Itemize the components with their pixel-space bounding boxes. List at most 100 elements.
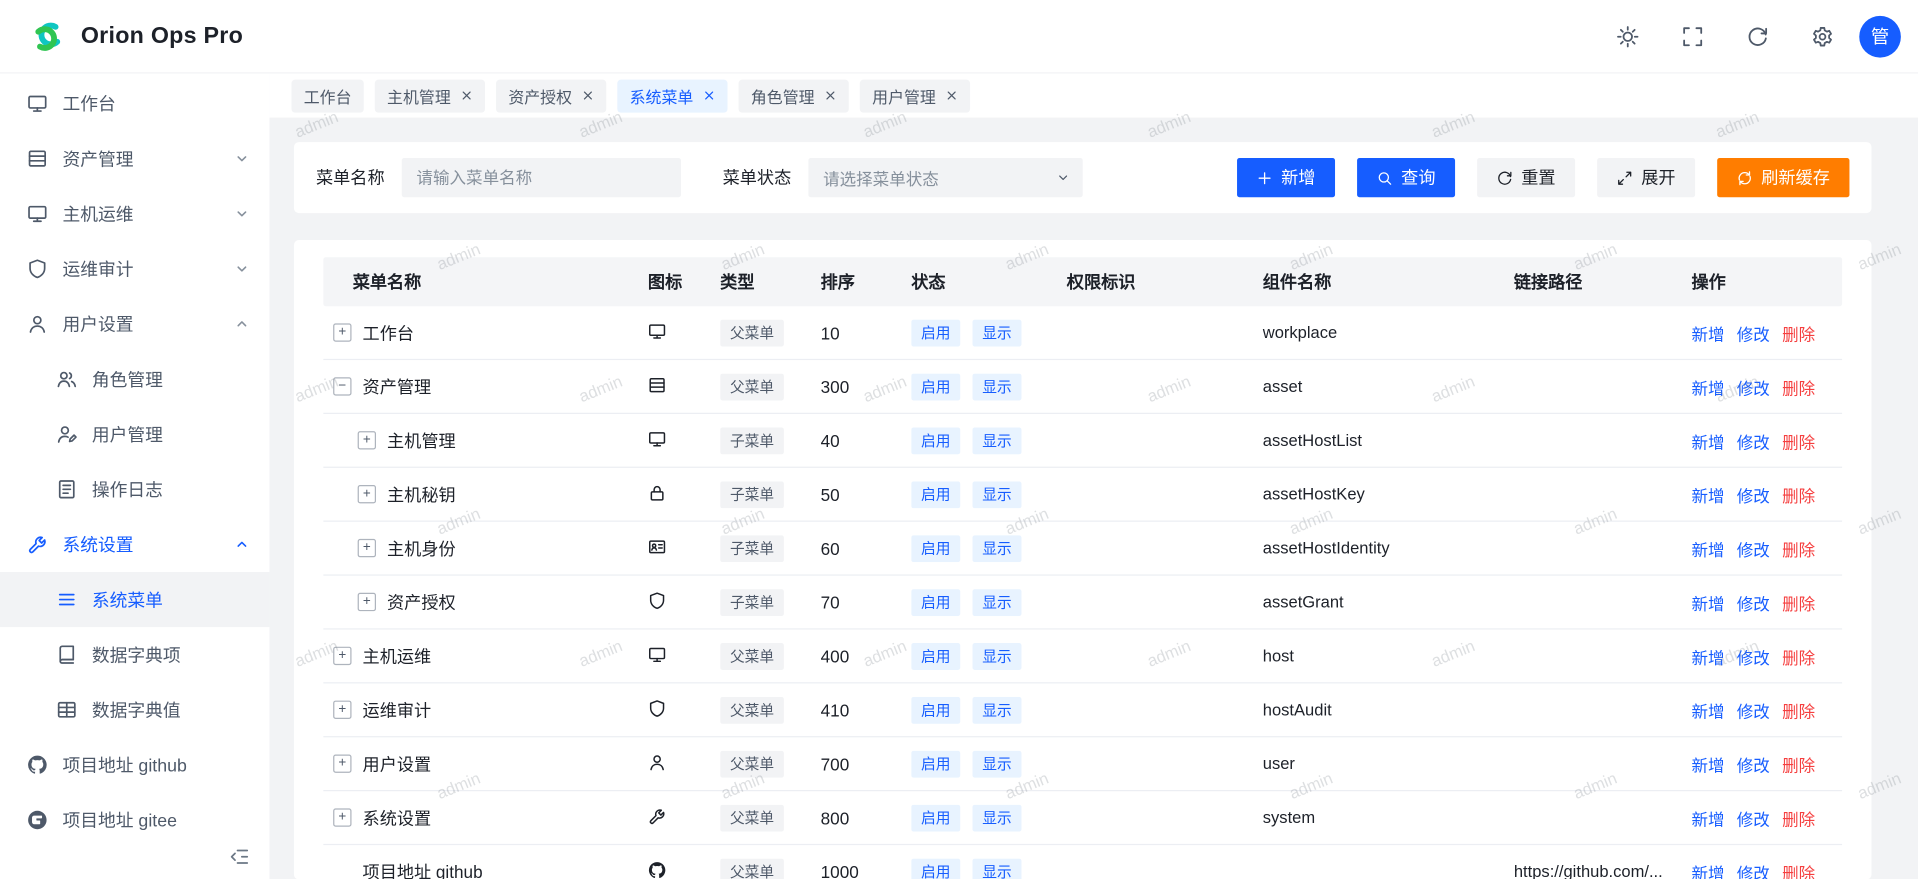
row-add-link[interactable]: 新增: [1691, 536, 1724, 560]
sidebar-item[interactable]: 运维审计: [0, 241, 269, 296]
row-add-link[interactable]: 新增: [1691, 859, 1724, 879]
menu-name-label: 菜单名称: [316, 165, 385, 189]
refresh-icon: [1497, 170, 1513, 186]
row-delete-link[interactable]: 删除: [1782, 320, 1815, 344]
row-edit-link[interactable]: 修改: [1737, 482, 1770, 506]
sidebar-subitem[interactable]: 数据字典值: [0, 682, 269, 737]
row-add-link[interactable]: 新增: [1691, 320, 1724, 344]
row-delete-link[interactable]: 删除: [1782, 644, 1815, 668]
row-add-link[interactable]: 新增: [1691, 374, 1724, 398]
row-edit-link[interactable]: 修改: [1737, 859, 1770, 879]
row-edit-link[interactable]: 修改: [1737, 590, 1770, 614]
sidebar-item-label: 资产管理: [62, 146, 133, 172]
row-delete-link[interactable]: 删除: [1782, 751, 1815, 775]
row-delete-link[interactable]: 删除: [1782, 805, 1815, 829]
menu-name: 用户设置: [363, 751, 432, 775]
expand-toggle[interactable]: +: [333, 647, 351, 665]
row-edit-link[interactable]: 修改: [1737, 374, 1770, 398]
menu-status-select[interactable]: 请选择菜单状态: [808, 158, 1082, 197]
row-add-link[interactable]: 新增: [1691, 644, 1724, 668]
sidebar-subitem[interactable]: 系统菜单: [0, 572, 269, 627]
status-tag: 启用: [911, 696, 960, 723]
status-tag: 启用: [911, 589, 960, 616]
expand-toggle[interactable]: +: [358, 539, 376, 557]
row-delete-link[interactable]: 删除: [1782, 698, 1815, 722]
row-delete-link[interactable]: 删除: [1782, 536, 1815, 560]
row-edit-link[interactable]: 修改: [1737, 536, 1770, 560]
settings-button[interactable]: [1811, 25, 1833, 47]
status-tag: 启用: [911, 804, 960, 831]
row-edit-link[interactable]: 修改: [1737, 698, 1770, 722]
row-add-link[interactable]: 新增: [1691, 751, 1724, 775]
sidebar-item[interactable]: 用户设置: [0, 296, 269, 351]
sidebar-item-label: 运维审计: [62, 256, 133, 282]
row-edit-link[interactable]: 修改: [1737, 805, 1770, 829]
collapse-sidebar-button[interactable]: [229, 846, 250, 867]
user-edit-icon: [56, 424, 77, 445]
expand-toggle[interactable]: +: [333, 323, 351, 341]
reset-button[interactable]: 重置: [1477, 158, 1575, 197]
reload-button[interactable]: [1747, 25, 1769, 47]
row-add-link[interactable]: 新增: [1691, 805, 1724, 829]
monitor-icon: [27, 203, 48, 224]
main-area: 工作台主机管理资产授权系统菜单角色管理用户管理 菜单名称 菜单状态 请选择菜单状…: [269, 73, 1918, 879]
row-edit-link[interactable]: 修改: [1737, 428, 1770, 452]
github-icon: [648, 860, 666, 878]
row-edit-link[interactable]: 修改: [1737, 644, 1770, 668]
row-delete-link[interactable]: 删除: [1782, 482, 1815, 506]
expand-toggle[interactable]: +: [358, 431, 376, 449]
expand-toggle[interactable]: +: [358, 485, 376, 503]
expand-toggle[interactable]: +: [333, 701, 351, 719]
expand-toggle[interactable]: +: [333, 808, 351, 826]
sidebar-item[interactable]: 主机运维: [0, 186, 269, 241]
row-add-link[interactable]: 新增: [1691, 698, 1724, 722]
expand-toggle[interactable]: −: [333, 377, 351, 395]
sidebar-subitem[interactable]: 用户管理: [0, 407, 269, 462]
expand-toggle[interactable]: +: [358, 593, 376, 611]
add-button[interactable]: 新增: [1237, 158, 1335, 197]
fullscreen-button[interactable]: [1682, 25, 1704, 47]
refresh-cache-button[interactable]: 刷新缓存: [1717, 158, 1849, 197]
tab[interactable]: 系统菜单: [617, 79, 727, 112]
tab[interactable]: 工作台: [292, 79, 364, 112]
sidebar-subitem[interactable]: 角色管理: [0, 352, 269, 407]
tab[interactable]: 资产授权: [496, 79, 606, 112]
tab[interactable]: 用户管理: [860, 79, 970, 112]
status-tag: 启用: [911, 642, 960, 669]
menu-name-input[interactable]: [402, 158, 681, 197]
row-add-link[interactable]: 新增: [1691, 590, 1724, 614]
sidebar-item[interactable]: 系统设置: [0, 517, 269, 572]
row-edit-link[interactable]: 修改: [1737, 751, 1770, 775]
sidebar-item-label: 工作台: [62, 91, 115, 117]
sidebar-item[interactable]: 项目地址 github: [0, 737, 269, 792]
sidebar-item[interactable]: 项目地址 gitee: [0, 792, 269, 847]
table-row: +主机运维父菜单400启用显示host新增修改删除: [323, 630, 1842, 684]
avatar[interactable]: 管: [1859, 15, 1901, 57]
tab-label: 主机管理: [387, 84, 451, 107]
row-delete-link[interactable]: 删除: [1782, 374, 1815, 398]
column-header: 排序: [821, 269, 912, 293]
chevron-down-icon: [234, 206, 250, 222]
expand-button[interactable]: 展开: [1597, 158, 1695, 197]
expand-toggle[interactable]: +: [333, 754, 351, 772]
theme-toggle[interactable]: [1617, 25, 1639, 47]
menu-name: 资产授权: [387, 590, 456, 614]
tab[interactable]: 角色管理: [739, 79, 849, 112]
sidebar-subitem[interactable]: 操作日志: [0, 462, 269, 517]
search-button[interactable]: 查询: [1357, 158, 1455, 197]
row-delete-link[interactable]: 删除: [1782, 590, 1815, 614]
visible-tag: 显示: [973, 858, 1022, 879]
row-edit-link[interactable]: 修改: [1737, 320, 1770, 344]
column-header: 菜单名称: [323, 269, 648, 293]
sidebar-subitem[interactable]: 数据字典项: [0, 627, 269, 682]
sidebar-item[interactable]: 工作台: [0, 76, 269, 131]
row-delete-link[interactable]: 删除: [1782, 428, 1815, 452]
sort-value: 410: [821, 700, 912, 720]
row-delete-link[interactable]: 删除: [1782, 859, 1815, 879]
row-add-link[interactable]: 新增: [1691, 482, 1724, 506]
row-add-link[interactable]: 新增: [1691, 428, 1724, 452]
tab[interactable]: 主机管理: [375, 79, 485, 112]
sort-value: 10: [821, 323, 912, 343]
type-tag: 子菜单: [720, 589, 784, 616]
sidebar-item[interactable]: 资产管理: [0, 131, 269, 186]
